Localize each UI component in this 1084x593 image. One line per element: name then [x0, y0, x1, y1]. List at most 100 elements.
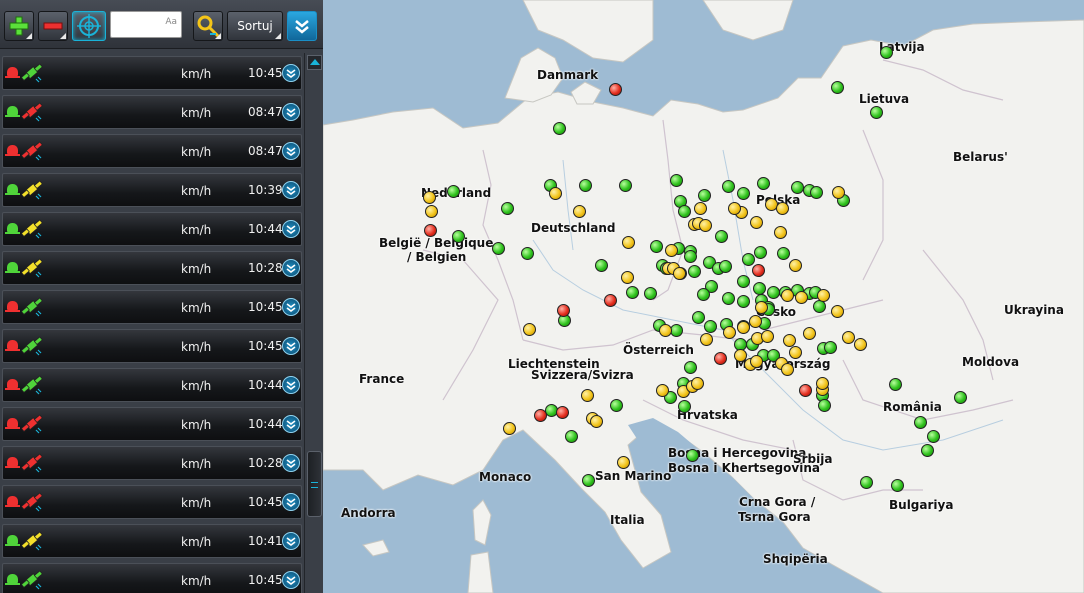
vehicle-marker-green[interactable]	[501, 202, 514, 215]
vehicle-marker-yellow[interactable]	[842, 331, 855, 344]
vehicle-row[interactable]: km/h 10:44	[2, 368, 302, 402]
vehicle-row[interactable]: km/h 10:45	[2, 56, 302, 90]
vehicle-marker-green[interactable]	[921, 444, 934, 457]
vehicle-marker-red[interactable]	[534, 409, 547, 422]
vehicle-marker-yellow[interactable]	[621, 271, 634, 284]
vehicle-marker-yellow[interactable]	[854, 338, 867, 351]
vehicle-marker-green[interactable]	[579, 179, 592, 192]
scroll-up-button[interactable]	[307, 55, 322, 70]
vehicle-marker-yellow[interactable]	[789, 259, 802, 272]
vehicle-marker-yellow[interactable]	[750, 355, 763, 368]
vehicle-row[interactable]: km/h 10:41	[2, 524, 302, 558]
vehicle-marker-yellow[interactable]	[832, 186, 845, 199]
vehicle-marker-yellow[interactable]	[761, 330, 774, 343]
vehicle-marker-green[interactable]	[719, 260, 732, 273]
vehicle-marker-green[interactable]	[650, 240, 663, 253]
vehicle-marker-red[interactable]	[556, 406, 569, 419]
vehicle-marker-red[interactable]	[609, 83, 622, 96]
vehicle-marker-yellow[interactable]	[590, 415, 603, 428]
vehicle-marker-green[interactable]	[754, 246, 767, 259]
vehicle-marker-green[interactable]	[880, 46, 893, 59]
expand-row-button[interactable]	[282, 337, 300, 355]
expand-row-button[interactable]	[282, 220, 300, 238]
vehicle-marker-yellow[interactable]	[795, 291, 808, 304]
expand-row-button[interactable]	[282, 181, 300, 199]
remove-button[interactable]	[38, 11, 68, 41]
vehicle-marker-green[interactable]	[889, 378, 902, 391]
vehicle-marker-yellow[interactable]	[781, 363, 794, 376]
vehicle-row[interactable]: km/h 10:28	[2, 251, 302, 285]
vehicle-marker-green[interactable]	[678, 400, 691, 413]
vehicle-marker-green[interactable]	[954, 391, 967, 404]
vehicle-marker-yellow[interactable]	[831, 305, 844, 318]
vehicle-marker-green[interactable]	[722, 180, 735, 193]
expand-row-button[interactable]	[282, 532, 300, 550]
vehicle-marker-green[interactable]	[870, 106, 883, 119]
vehicle-marker-green[interactable]	[492, 242, 505, 255]
vehicle-marker-green[interactable]	[697, 288, 710, 301]
vehicle-marker-green[interactable]	[619, 179, 632, 192]
vehicle-marker-yellow[interactable]	[728, 202, 741, 215]
vehicle-row[interactable]: km/h 10:45	[2, 329, 302, 363]
vehicle-marker-green[interactable]	[791, 181, 804, 194]
vehicle-marker-green[interactable]	[737, 275, 750, 288]
expand-row-button[interactable]	[282, 142, 300, 160]
vehicle-marker-yellow[interactable]	[781, 289, 794, 302]
expand-row-button[interactable]	[282, 103, 300, 121]
vehicle-marker-green[interactable]	[553, 122, 566, 135]
vehicle-marker-green[interactable]	[447, 185, 460, 198]
expand-row-button[interactable]	[282, 64, 300, 82]
vehicle-marker-green[interactable]	[704, 320, 717, 333]
vehicle-marker-green[interactable]	[818, 399, 831, 412]
vehicle-marker-green[interactable]	[521, 247, 534, 260]
vehicle-marker-red[interactable]	[604, 294, 617, 307]
search-field[interactable]: Aa	[110, 11, 182, 38]
vehicle-marker-green[interactable]	[678, 205, 691, 218]
vehicle-marker-green[interactable]	[610, 399, 623, 412]
vehicle-marker-yellow[interactable]	[749, 315, 762, 328]
vehicle-marker-yellow[interactable]	[699, 219, 712, 232]
vehicle-marker-yellow[interactable]	[723, 326, 736, 339]
list-scrollbar[interactable]	[304, 53, 324, 593]
vehicle-marker-yellow[interactable]	[573, 205, 586, 218]
vehicle-marker-green[interactable]	[722, 292, 735, 305]
vehicle-marker-green[interactable]	[626, 286, 639, 299]
vehicle-row[interactable]: km/h 10:45	[2, 485, 302, 519]
vehicle-marker-green[interactable]	[737, 295, 750, 308]
vehicle-row[interactable]: km/h 10:44	[2, 212, 302, 246]
vehicle-marker-green[interactable]	[715, 230, 728, 243]
expand-all-button[interactable]	[287, 11, 317, 41]
vehicle-marker-green[interactable]	[927, 430, 940, 443]
vehicle-marker-yellow[interactable]	[581, 389, 594, 402]
vehicle-marker-red[interactable]	[752, 264, 765, 277]
expand-row-button[interactable]	[282, 454, 300, 472]
find-button[interactable]	[193, 11, 223, 41]
vehicle-marker-yellow[interactable]	[617, 456, 630, 469]
vehicle-marker-yellow[interactable]	[622, 236, 635, 249]
vehicle-marker-yellow[interactable]	[816, 377, 829, 390]
expand-row-button[interactable]	[282, 298, 300, 316]
vehicle-marker-green[interactable]	[452, 230, 465, 243]
vehicle-marker-yellow[interactable]	[691, 377, 704, 390]
vehicle-marker-green[interactable]	[777, 247, 790, 260]
expand-row-button[interactable]	[282, 415, 300, 433]
vehicle-marker-yellow[interactable]	[789, 346, 802, 359]
vehicle-marker-green[interactable]	[831, 81, 844, 94]
scroll-thumb[interactable]	[307, 451, 322, 517]
expand-row-button[interactable]	[282, 571, 300, 589]
vehicle-marker-green[interactable]	[891, 479, 904, 492]
vehicle-marker-red[interactable]	[557, 304, 570, 317]
vehicle-marker-yellow[interactable]	[549, 187, 562, 200]
vehicle-marker-green[interactable]	[686, 449, 699, 462]
vehicle-marker-green[interactable]	[582, 474, 595, 487]
vehicle-marker-green[interactable]	[698, 189, 711, 202]
vehicle-marker-green[interactable]	[753, 282, 766, 295]
vehicle-marker-yellow[interactable]	[776, 202, 789, 215]
vehicle-row[interactable]: km/h 08:47	[2, 134, 302, 168]
vehicle-marker-yellow[interactable]	[423, 191, 436, 204]
vehicle-marker-yellow[interactable]	[750, 216, 763, 229]
vehicle-marker-yellow[interactable]	[656, 384, 669, 397]
vehicle-marker-yellow[interactable]	[737, 321, 750, 334]
vehicle-marker-green[interactable]	[692, 311, 705, 324]
vehicle-marker-green[interactable]	[688, 265, 701, 278]
